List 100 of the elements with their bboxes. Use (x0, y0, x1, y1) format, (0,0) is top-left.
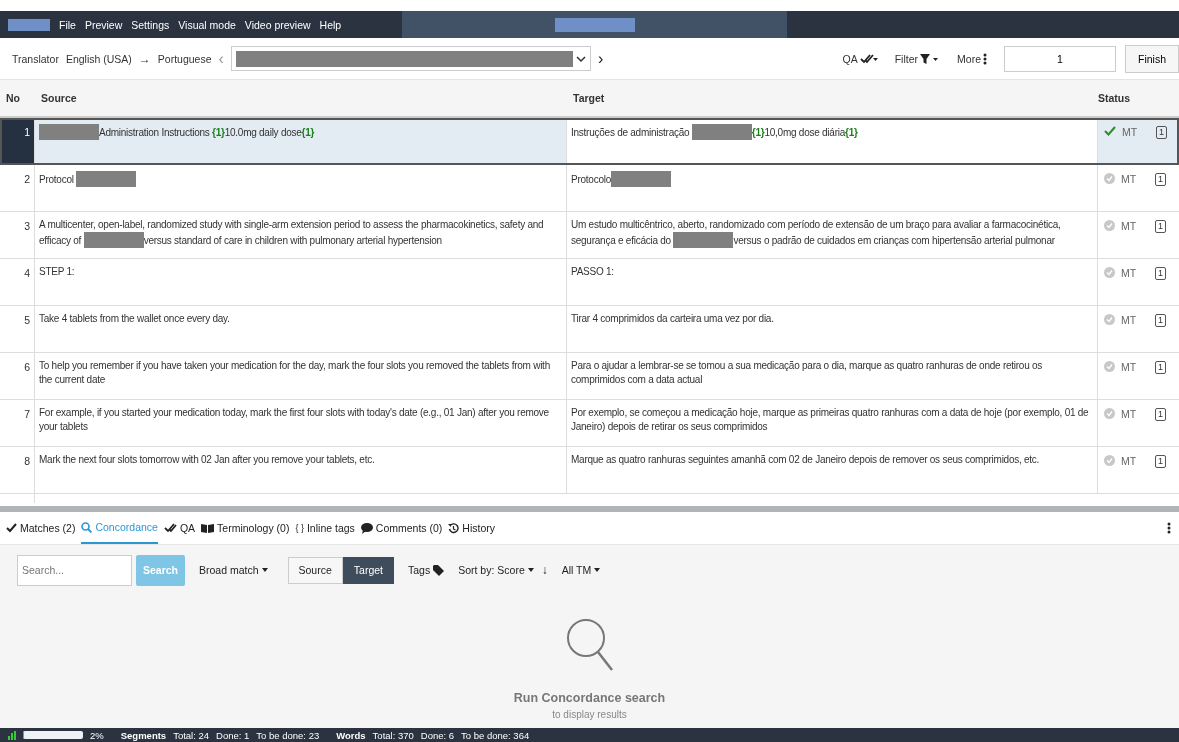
tags-button[interactable]: Tags (408, 564, 445, 576)
count-badge: 1 (1155, 173, 1166, 186)
progress-bar (23, 731, 83, 739)
status-label: MT (1121, 361, 1138, 373)
empty-hint: to display results (552, 709, 627, 720)
target-language: Portuguese (157, 52, 212, 65)
row-number: 4 (0, 259, 35, 305)
stats-value: Total: 24 (173, 729, 210, 741)
menu-item[interactable]: Preview (84, 18, 123, 31)
comment-icon (360, 522, 373, 534)
double-check-icon (859, 53, 878, 64)
next-button[interactable]: › (597, 49, 604, 68)
row-number: 6 (0, 353, 35, 399)
row-number: 2 (0, 165, 35, 211)
search-field[interactable]: Search... (17, 554, 132, 586)
menu-item[interactable]: File (59, 18, 76, 31)
stats-value: Total: 370 (372, 729, 414, 741)
column-header: Source (40, 92, 78, 104)
history-icon (448, 522, 460, 534)
row-number: 1 (0, 118, 35, 164)
target-cell[interactable]: Para o ajudar a lembrar-se se tomou a sua medicação para o dia, marque as quatro ranhuras de onde retirou os comprimidos com a data actual (567, 353, 1098, 399)
panel-tab[interactable]: Comments (0) (360, 512, 443, 544)
column-header: No (5, 92, 21, 104)
segment-field[interactable]: 1 (1004, 45, 1116, 72)
tm-dropdown[interactable]: All TM (561, 564, 601, 576)
scope-toggle[interactable]: Source (287, 556, 343, 584)
count-badge: 1 (1155, 314, 1166, 327)
more-icon (983, 52, 987, 65)
source-cell[interactable]: Mark the next four slots tomorrow with 02 Jan after you remove your tablets, etc. (35, 447, 567, 493)
status-label: MT (1122, 126, 1139, 138)
row-number: 7 (0, 400, 35, 446)
book-icon (201, 523, 215, 533)
source-cell[interactable]: To help you remember if you have taken your medication for the day, mark the four slots you removed the tablets from with the current date (35, 353, 567, 399)
file-dropdown[interactable] (230, 46, 591, 71)
match-dropdown[interactable]: Broad match (199, 564, 268, 576)
menu-item[interactable]: Video preview (244, 18, 311, 31)
source-cell[interactable]: A multicenter, open-label, randomized study with single-arm extension period to assess the pharmacokinetics, safety and efficacy of versus standard of care in children with pulmonary arterial hypertension (35, 212, 567, 258)
row-number: 3 (0, 212, 35, 258)
target-cell[interactable]: PASSO 1: (567, 259, 1098, 305)
row-number: 8 (0, 447, 35, 493)
search-icon (81, 521, 93, 533)
status-label: MT (1121, 455, 1138, 467)
target-cell[interactable]: Instruções de administração {1}10,0mg dose diária{1} (567, 118, 1098, 164)
check-icon (6, 523, 17, 533)
source-cell[interactable]: Protocol (35, 165, 567, 211)
stats-value: To be done: 23 (256, 729, 320, 741)
source-language: English (USA) (65, 52, 132, 65)
count-badge: 1 (1155, 408, 1166, 421)
panel-tab[interactable]: { } Inline tags (295, 512, 355, 544)
count-badge: 1 (1156, 126, 1167, 139)
target-cell[interactable]: Marque as quatro ranhuras seguintes amanhã com 02 de Janeiro depois de remover os seus comprimidos, etc. (567, 447, 1098, 493)
chevron-down-icon (575, 54, 586, 63)
count-badge: 1 (1155, 267, 1166, 280)
target-cell[interactable]: Protocolo (567, 165, 1098, 211)
source-cell[interactable]: Administration Instructions {1}10.0mg daily dose{1} (35, 118, 567, 164)
progress-reading: 2% (90, 729, 104, 741)
column-header: Status (1098, 92, 1132, 104)
stats-value: To be done: 364 (461, 729, 530, 741)
count-badge: 1 (1155, 220, 1166, 233)
stats-title: Segments (120, 729, 167, 741)
role-label: Translator (12, 52, 59, 65)
target-cell[interactable]: Um estudo multicêntrico, aberto, randomizado com período de extensão de um braço para avaliar a farmacocinética, segurança e eficácia do versus o padrão de cuidados em crianças com hipertensão arterial pulmonar (567, 212, 1098, 258)
scope-toggle[interactable]: Target (342, 556, 394, 584)
source-cell[interactable]: For example, if you started your medication today, mark the first four slots with today's date (e.g., 01 Jan) after you remove your tablets (35, 400, 567, 446)
panel-tab[interactable]: QA (163, 512, 196, 544)
status-label: MT (1121, 173, 1138, 185)
status-label: MT (1121, 267, 1138, 279)
redaction-bar (8, 18, 50, 31)
tag-icon (433, 564, 445, 576)
finish-button[interactable]: Finish (1125, 44, 1179, 73)
row-number: 5 (0, 306, 35, 352)
menu-item[interactable]: Help (319, 18, 342, 31)
status-label: MT (1121, 220, 1138, 232)
stats-value: Done: 1 (216, 729, 250, 741)
target-cell[interactable]: Tirar 4 comprimidos da carteira uma vez por dia. (567, 306, 1098, 352)
source-cell[interactable]: Take 4 tablets from the wallet once every day. (35, 306, 567, 352)
more-button[interactable]: More (957, 52, 987, 65)
status-label: MT (1121, 408, 1138, 420)
search-icon (564, 617, 615, 673)
count-badge: 1 (1155, 455, 1166, 468)
double-check-icon (163, 523, 177, 533)
empty-title: Run Concordance search (513, 691, 666, 705)
arrow-icon: → (138, 51, 151, 66)
panel-tab[interactable]: Terminology (0) (201, 512, 290, 544)
qa-button[interactable]: QA (842, 52, 878, 65)
menu-item[interactable]: Visual mode (178, 18, 236, 31)
sort-direction-button[interactable]: ↓ (541, 563, 548, 577)
stats-title: Words (336, 729, 366, 741)
status-label: MT (1121, 314, 1138, 326)
panel-tab[interactable]: Matches (2) (6, 512, 76, 544)
count-badge: 1 (1155, 361, 1166, 374)
panel-tab[interactable]: History (448, 512, 495, 544)
sort-dropdown[interactable]: Sort by: Score (458, 564, 534, 576)
source-cell[interactable]: STEP 1: (35, 259, 567, 305)
menu-item[interactable]: Settings (131, 18, 170, 31)
filter-icon (920, 53, 941, 64)
target-cell[interactable]: Por exemplo, se começou a medicação hoje, marque as primeiras quatro ranhuras com a data de hoje (por exemplo, 01 de Janeiro) depois de retirar os seus comprimidos (567, 400, 1098, 446)
filter-button[interactable]: Filter (894, 52, 941, 65)
more-icon[interactable] (1167, 522, 1171, 534)
column-header: Target (572, 92, 606, 104)
